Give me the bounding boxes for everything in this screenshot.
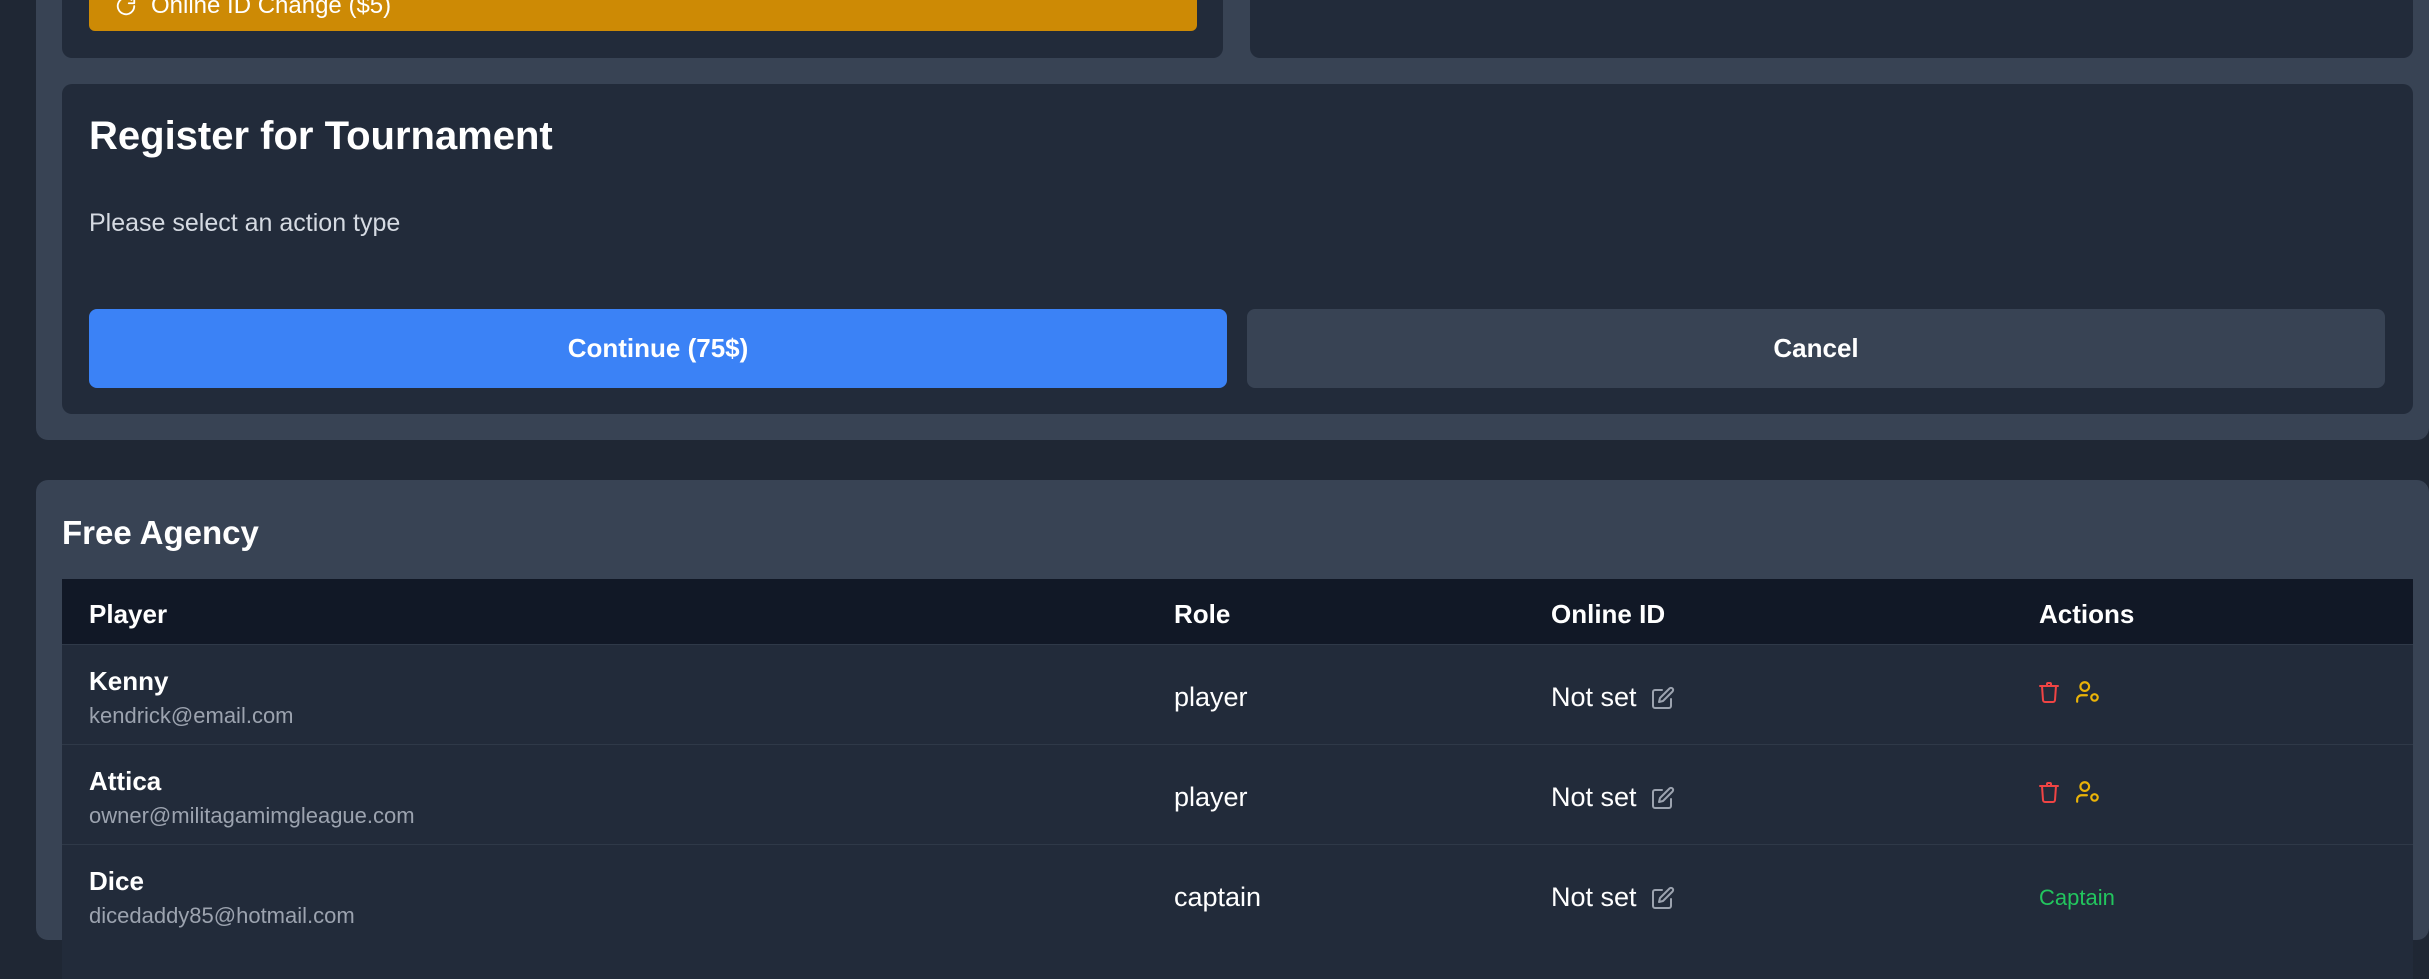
captain-badge: Captain	[2039, 885, 2115, 910]
free-agency-title: Free Agency	[62, 514, 259, 551]
table-row: Dice dicedaddy85@hotmail.com captain Not…	[62, 844, 2413, 945]
continue-button[interactable]: Continue (75$)	[89, 309, 1227, 388]
player-role: player	[1174, 782, 1248, 812]
online-id-cell: Not set	[1551, 682, 1675, 713]
row-actions	[2037, 779, 2115, 805]
register-title: Register for Tournament	[89, 114, 553, 158]
online-id-cell: Not set	[1551, 882, 1675, 913]
online-id-cell: Not set	[1551, 782, 1675, 813]
register-subtitle: Please select an action type	[89, 209, 401, 237]
user-cog-icon[interactable]	[2075, 779, 2101, 805]
cancel-button[interactable]: Cancel	[1247, 309, 2385, 388]
edit-icon[interactable]	[1651, 786, 1675, 810]
player-role: captain	[1174, 882, 1262, 912]
player-email: dicedaddy85@hotmail.com	[89, 903, 355, 928]
free-agency-table: Player Role Online ID Actions Kenny kend…	[62, 579, 2413, 979]
edit-icon[interactable]	[1651, 886, 1675, 910]
column-player: Player	[89, 599, 168, 629]
player-email: kendrick@email.com	[89, 703, 294, 728]
row-actions	[2037, 679, 2115, 705]
online-id-value: Not set	[1551, 882, 1637, 912]
player-name: Kenny	[89, 666, 169, 696]
trash-icon[interactable]	[2037, 779, 2061, 805]
online-id-value: Not set	[1551, 782, 1637, 812]
player-email: owner@militagamimgleague.com	[89, 803, 415, 828]
player-role: player	[1174, 682, 1248, 712]
online-id-change-button[interactable]: Online ID Change ($5)	[89, 0, 1197, 31]
column-role: Role	[1174, 599, 1231, 629]
column-actions: Actions	[2039, 599, 2135, 629]
player-name: Attica	[89, 766, 162, 796]
table-row: Attica owner@militagamimgleague.com play…	[62, 744, 2413, 845]
table-header: Player Role Online ID Actions	[62, 579, 2413, 644]
trash-icon[interactable]	[2037, 679, 2061, 705]
user-cog-icon[interactable]	[2075, 679, 2101, 705]
refresh-icon	[115, 0, 137, 17]
column-online-id: Online ID	[1551, 599, 1666, 629]
right-info-card	[1250, 0, 2413, 58]
edit-icon[interactable]	[1651, 686, 1675, 710]
online-id-change-label: Online ID Change ($5)	[151, 0, 392, 19]
player-name: Dice	[89, 866, 144, 896]
online-id-value: Not set	[1551, 682, 1637, 712]
table-row: Kenny kendrick@email.com player Not set	[62, 644, 2413, 745]
